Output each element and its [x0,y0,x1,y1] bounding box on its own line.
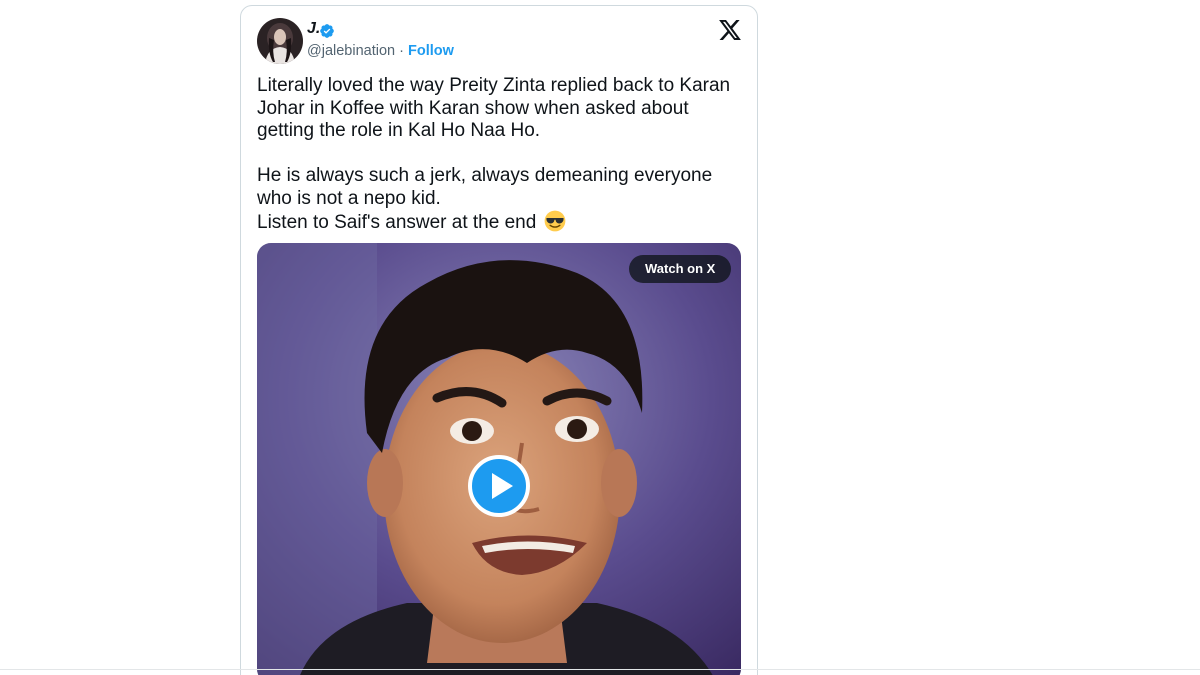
tweet-paragraph-1: Literally loved the way Preity Zinta rep… [257,75,731,141]
handle-link[interactable]: @jalebination [307,43,395,59]
tweet-line-saif: Listen to Saif's answer at the end [257,212,537,233]
video-player[interactable]: Watch on X [257,243,741,675]
watch-on-x-button[interactable]: Watch on X [629,255,732,283]
page: J. @jalebination · Follow Literally love… [0,0,1200,675]
smiling-face-with-sunglasses-icon [544,210,565,232]
play-icon[interactable] [468,455,530,517]
separator-dot: · [395,43,408,59]
handle-line: @jalebination · Follow [307,43,454,59]
divider [0,669,1200,670]
x-logo-icon[interactable] [719,20,741,40]
follow-button[interactable]: Follow [408,43,454,59]
avatar[interactable] [257,18,303,64]
verified-badge-icon [320,24,334,38]
tweet-paragraph-3: Listen to Saif's answer at the end [257,210,747,235]
tweet-text: Literally loved the way Preity Zinta rep… [257,75,747,235]
tweet-paragraph-2: He is always such a jerk, always demeani… [257,165,713,209]
tweet-embed-card[interactable]: J. @jalebination · Follow Literally love… [240,5,758,675]
